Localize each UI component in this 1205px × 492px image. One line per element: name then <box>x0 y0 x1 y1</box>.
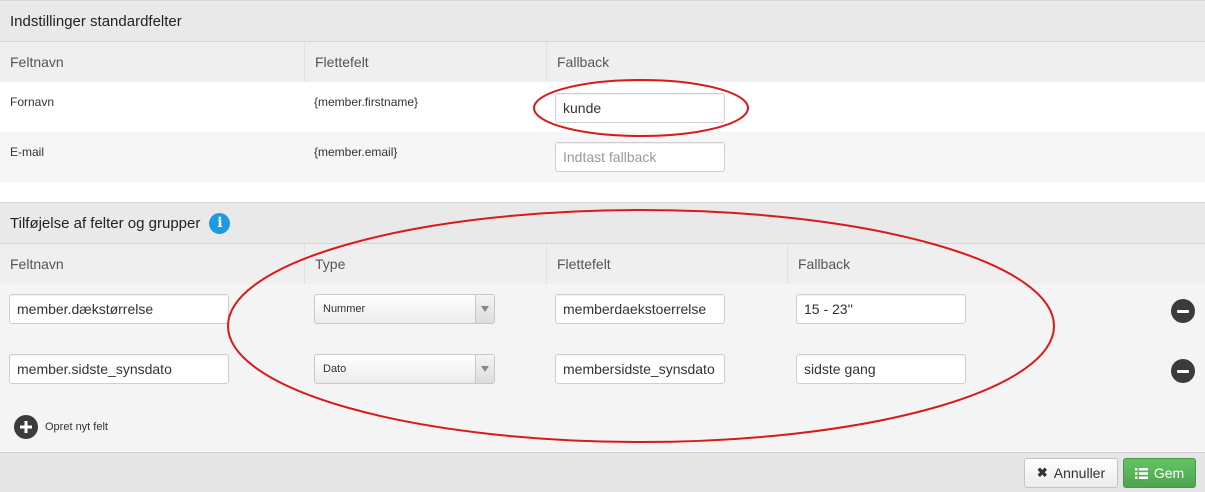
type-select[interactable]: Nummer <box>314 294 495 324</box>
column-feltnavn: Feltnavn <box>10 256 64 272</box>
add-field-label: Opret nyt felt <box>45 421 108 433</box>
field-name: Fornavn <box>10 95 55 109</box>
remove-field-button[interactable] <box>1171 299 1195 323</box>
fallback-input[interactable]: sidste gang <box>796 354 966 384</box>
column-flettefelt: Flettefelt <box>546 244 611 284</box>
field-name: E-mail <box>10 145 45 159</box>
type-select-value: Dato <box>323 363 347 375</box>
fallback-input[interactable]: Indtast fallback <box>555 142 725 172</box>
add-field-button[interactable]: Opret nyt felt <box>14 415 108 439</box>
standard-fields-title: Indstillinger standardfelter <box>0 0 1205 42</box>
merge-field-input[interactable]: memberdaekstoerrelse <box>555 294 725 324</box>
custom-fields-title: Tilføjelse af felter og grupper i <box>0 202 1205 244</box>
column-feltnavn: Feltnavn <box>10 54 64 70</box>
column-fallback: Fallback <box>787 244 850 284</box>
chevron-down-icon <box>475 295 494 323</box>
table-row: member.dækstørrelse Nummer memberdaeksto… <box>0 284 1205 344</box>
merge-field: {member.firstname} <box>314 95 419 109</box>
type-select-value: Nummer <box>323 303 366 315</box>
close-icon: ✖ <box>1036 465 1048 480</box>
type-select[interactable]: Dato <box>314 354 495 384</box>
table-row: E-mail {member.email} Indtast fallback <box>0 132 1205 182</box>
list-icon <box>1134 467 1148 479</box>
column-fallback: Fallback <box>546 42 609 82</box>
custom-fields-header: Feltnavn Type Flettefelt Fallback <box>0 244 1205 284</box>
custom-fields-title-text: Tilføjelse af felter og grupper <box>10 214 201 232</box>
column-flettefelt: Flettefelt <box>304 42 369 82</box>
field-name-input[interactable]: member.sidste_synsdato <box>9 354 229 384</box>
info-icon[interactable]: i <box>209 212 231 234</box>
save-label: Gem <box>1153 465 1185 481</box>
column-type: Type <box>304 244 345 284</box>
cancel-label: Annuller <box>1053 465 1106 481</box>
standard-fields-header: Feltnavn Flettefelt Fallback <box>0 42 1205 82</box>
table-row: member.sidste_synsdato Dato membersidste… <box>0 344 1205 404</box>
standard-fields-title-text: Indstillinger standardfelter <box>10 12 182 30</box>
add-field-row: Opret nyt felt <box>0 404 1205 452</box>
merge-field: {member.email} <box>314 145 398 159</box>
field-name-input[interactable]: member.dækstørrelse <box>9 294 229 324</box>
cancel-button[interactable]: ✖ Annuller <box>1024 458 1118 488</box>
minus-icon <box>1177 309 1189 313</box>
save-button[interactable]: Gem <box>1123 458 1196 488</box>
merge-field-input[interactable]: membersidste_synsdato <box>555 354 725 384</box>
fallback-input[interactable]: kunde <box>555 93 725 123</box>
plus-icon <box>14 415 38 439</box>
chevron-down-icon <box>475 355 494 383</box>
fallback-input[interactable]: 15 - 23'' <box>796 294 966 324</box>
minus-icon <box>1177 369 1189 373</box>
table-row: Fornavn {member.firstname} kunde <box>0 82 1205 132</box>
footer-bar: ✖ Annuller Gem <box>0 452 1205 492</box>
remove-field-button[interactable] <box>1171 359 1195 383</box>
